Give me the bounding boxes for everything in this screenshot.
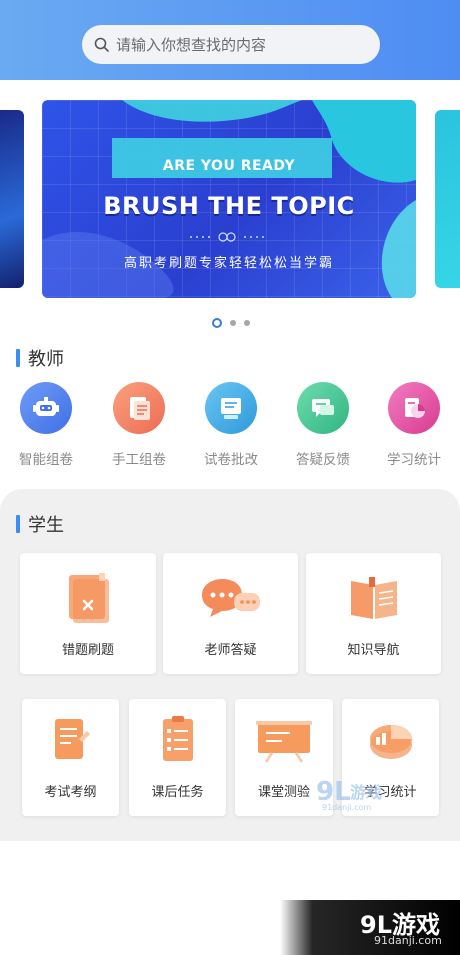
carousel-dot-2[interactable] [230,320,236,326]
search-bar[interactable] [82,25,380,64]
teacher-title-text: 教师 [28,349,64,370]
banner-title: BRUSH THE TOPIC [103,192,355,220]
statistics-icon [388,382,440,434]
teacher-item-label: 试卷批改 [204,452,258,468]
carousel-dot-1[interactable] [212,318,222,328]
watermark-url: 91danji.com [374,934,442,947]
header-bar [0,0,460,80]
classroom-board-icon [256,721,312,763]
chat-feedback-icon [297,382,349,434]
teacher-chat-icon [201,579,260,617]
wrong-questions-icon [69,573,109,623]
search-icon [94,37,110,53]
card-label: 课后任务 [151,785,204,800]
student-card-knowledge-nav[interactable]: 知识导航 [306,553,441,674]
banner-carousel[interactable]: ARE YOU READY BRUSH THE TOPIC 高职考刷题专家轻轻松… [0,80,460,340]
teacher-item-grading[interactable]: 试卷批改 [191,382,271,468]
banner-next-slide[interactable] [435,110,460,288]
paper-grading-icon [205,382,257,434]
banner-divider-ornament [190,232,264,242]
carousel-indicators [212,318,250,328]
svg-text:91danji.com: 91danji.com [322,803,372,812]
exam-outline-icon [54,719,90,759]
teacher-item-label: 智能组卷 [19,452,73,468]
teacher-item-label: 手工组卷 [112,452,166,468]
card-label: 知识导航 [347,643,400,658]
task-list-icon [162,716,193,761]
teacher-item-qa-feedback[interactable]: 答疑反馈 [283,382,363,468]
svg-text:游戏: 游戏 [350,783,382,802]
banner-slide[interactable]: ARE YOU READY BRUSH THE TOPIC 高职考刷题专家轻轻松… [42,100,416,298]
teacher-item-smart-paper[interactable]: 智能组卷 [6,382,86,468]
banner-tagline: ARE YOU READY [162,158,296,174]
banner-prev-slide[interactable] [0,110,24,288]
card-label: 老师答疑 [204,643,257,658]
teacher-item-manual-paper[interactable]: 手工组卷 [99,382,179,468]
banner-subtitle: 高职考刷题专家轻轻松松当学霸 [123,256,334,271]
teacher-section-title: 教师 [16,345,64,371]
student-card-exam-outline[interactable]: 考试考纲 [22,699,119,816]
pie-chart-icon [369,725,412,759]
section-accent-bar [16,515,20,533]
student-title-text: 学生 [28,515,64,536]
watermark-logo: 9L 游戏 91danji.com [316,777,382,812]
section-accent-bar [16,349,20,367]
card-label: 考试考纲 [44,785,97,800]
open-book-icon [350,577,397,619]
student-card-wrong-questions[interactable]: 错题刷题 [20,553,156,674]
search-input[interactable] [116,35,366,54]
card-label: 错题刷题 [61,643,114,658]
teacher-item-label: 学习统计 [387,452,441,468]
teacher-item-study-stats[interactable]: 学习统计 [374,382,454,468]
student-card-homework[interactable]: 课后任务 [129,699,226,816]
carousel-dot-3[interactable] [244,320,250,326]
teacher-item-label: 答疑反馈 [296,452,350,468]
teacher-tools: 智能组卷 手工组卷 试卷批改 答疑反馈 学习统计 [0,382,460,472]
robot-icon [20,382,72,434]
student-card-teacher-qa[interactable]: 老师答疑 [163,553,298,674]
document-icon [113,382,165,434]
student-section-title: 学生 [16,511,64,537]
